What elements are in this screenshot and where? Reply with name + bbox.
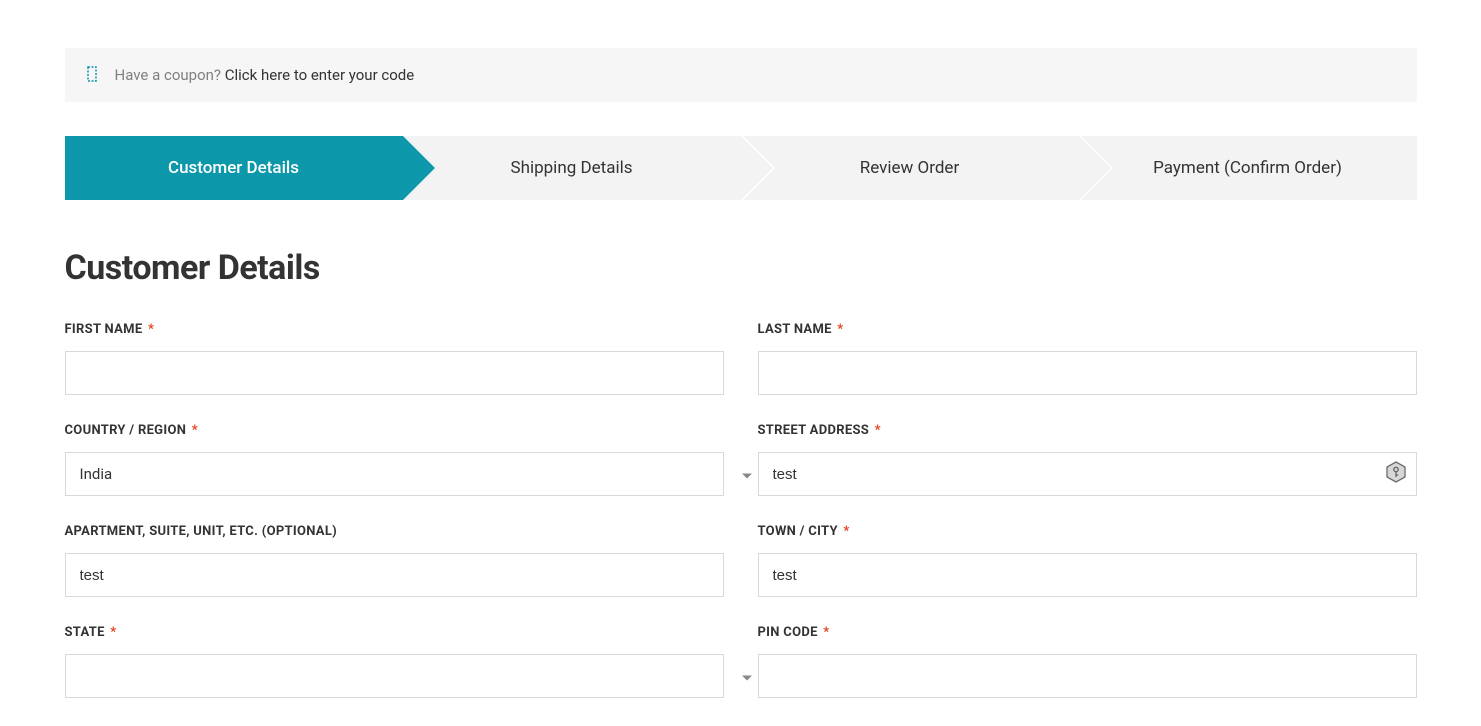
field-street-address: STREET ADDRESS * [758,423,1417,496]
required-marker: * [843,524,849,539]
step-review-order[interactable]: Review Order [741,136,1079,200]
field-first-name: FIRST NAME * [65,322,724,395]
field-apartment: APARTMENT, SUITE, UNIT, ETC. (OPTIONAL) [65,524,724,597]
step-customer-details[interactable]: Customer Details [65,136,403,200]
last-name-label: LAST NAME * [758,322,1417,337]
chevron-down-icon [742,667,752,686]
required-marker: * [875,423,881,438]
last-name-input[interactable] [758,351,1417,395]
field-town-city: TOWN / CITY * [758,524,1417,597]
state-label: STATE * [65,625,724,640]
coupon-question: Have a coupon? [115,66,222,84]
field-state: STATE * [65,625,724,698]
customer-form: FIRST NAME * LAST NAME * COUNTRY / REGIO… [65,322,1417,726]
town-city-input[interactable] [758,553,1417,597]
required-marker: * [837,322,843,337]
required-marker: * [110,625,116,640]
required-marker: * [192,423,198,438]
apartment-input[interactable] [65,553,724,597]
field-pin-code: PIN CODE * [758,625,1417,698]
required-marker: * [823,625,829,640]
field-country: COUNTRY / REGION * India [65,423,724,496]
step-label: Review Order [860,158,959,178]
field-last-name: LAST NAME * [758,322,1417,395]
street-address-label: STREET ADDRESS * [758,423,1417,438]
country-select[interactable]: India [65,452,724,496]
coupon-icon [87,66,101,84]
page-title: Customer Details [65,248,1417,288]
required-marker: * [148,322,154,337]
pin-code-label: PIN CODE * [758,625,1417,640]
pin-code-input[interactable] [758,654,1417,698]
apartment-label: APARTMENT, SUITE, UNIT, ETC. (OPTIONAL) [65,524,724,539]
step-payment[interactable]: Payment (Confirm Order) [1079,136,1417,200]
first-name-label: FIRST NAME * [65,322,724,337]
street-address-input[interactable] [758,452,1417,496]
step-shipping-details[interactable]: Shipping Details [403,136,741,200]
coupon-link[interactable]: Click here to enter your code [225,66,414,84]
first-name-input[interactable] [65,351,724,395]
key-icon [1385,461,1407,487]
step-label: Shipping Details [511,158,633,178]
step-label: Payment (Confirm Order) [1153,158,1342,178]
chevron-down-icon [742,465,752,484]
coupon-notice: Have a coupon? Click here to enter your … [65,48,1417,102]
town-city-label: TOWN / CITY * [758,524,1417,539]
step-label: Customer Details [168,158,299,178]
checkout-steps: Customer Details Shipping Details Review… [65,136,1417,200]
country-label: COUNTRY / REGION * [65,423,724,438]
state-select[interactable] [65,654,724,698]
